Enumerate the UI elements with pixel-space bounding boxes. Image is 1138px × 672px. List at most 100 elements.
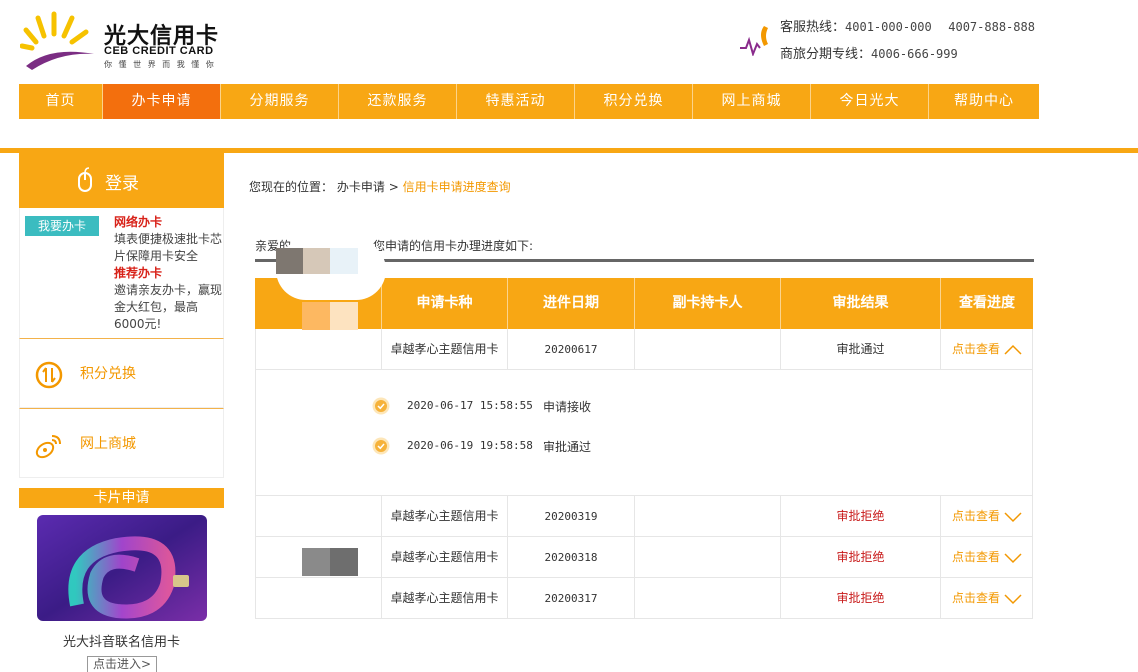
chevron-down-icon [1004,511,1022,522]
view-progress-label: 点击查看 [951,342,1000,356]
exchange-icon [35,361,63,389]
contact-info: 客服热线：4001-000-000 4007-888-888 商旅分期专线：40… [780,14,1035,68]
online-apply-desc: 填表便捷极速批卡芯片保障用卡安全 [114,232,223,263]
applicant-cell [256,496,382,537]
check-circle-icon [372,397,390,415]
nav-apply-card[interactable]: 办卡申请 [103,84,221,119]
step-status: 审批通过 [543,440,592,454]
view-progress-label: 点击查看 [951,591,1000,605]
col-header-progress: 查看进度 [959,295,1015,311]
breadcrumb-separator: > [388,180,399,194]
breadcrumb-prefix: 您现在的位置： [249,180,334,194]
date-cell: 20200318 [508,537,635,578]
view-progress-link[interactable]: 点击查看 [941,496,1033,537]
nav-home[interactable]: 首页 [19,84,103,119]
apply-panel: 我要办卡 网络办卡 填表便捷极速批卡芯片保障用卡安全 推荐办卡 邀请亲友办卡，赢… [19,208,224,338]
sidebar-points-link[interactable]: 积分兑换 [19,338,224,408]
main-nav: 首页 办卡申请 分期服务 还款服务 特惠活动 积分兑换 网上商城 今日光大 帮助… [19,84,1039,119]
col-header-card: 申请卡种 [382,278,508,329]
table-row: 卓越孝心主题信用卡 20200617 审批通过 点击查看 [255,329,1033,370]
progress-detail: 2020-06-17 15:58:55 申请接收 2020-06-19 19:5… [255,370,1033,496]
card-apply-header: 卡片申请 [19,488,224,508]
greeting-end: 您申请的信用卡办理进度如下: [373,239,534,253]
phone-icon [740,26,768,56]
table-row: 卓越孝心主题信用卡 20200318 审批拒绝 点击查看 [255,537,1033,578]
chevron-down-icon [1004,593,1022,604]
satellite-icon [35,435,61,459]
holder-cell [635,329,781,370]
card-type-cell: 卓越孝心主题信用卡 [382,496,508,537]
nav-help[interactable]: 帮助中心 [929,84,1039,119]
travel-hotline-number: 4006-666-999 [871,47,958,61]
view-progress-link[interactable]: 点击查看 [941,329,1033,370]
sidebar-mall-link[interactable]: 网上商城 [19,408,224,478]
mouse-icon [78,167,92,192]
referral-title[interactable]: 推荐办卡 [114,265,224,282]
chevron-up-icon [1004,344,1022,355]
result-cell: 审批通过 [781,329,941,370]
ceb-logo[interactable]: 光大信用卡 CEB CREDIT CARD 你 懂 世 界 而 我 懂 你 [20,8,230,72]
nav-today[interactable]: 今日光大 [811,84,929,119]
sun-logo-icon [20,11,94,70]
view-progress-label: 点击查看 [951,550,1000,564]
nav-mall[interactable]: 网上商城 [693,84,811,119]
privacy-mask-pixels [302,548,358,576]
card-type-cell: 卓越孝心主题信用卡 [382,578,508,619]
apply-card-tag[interactable]: 我要办卡 [25,216,99,236]
breadcrumb: 您现在的位置： 办卡申请 > 信用卡申请进度查询 [249,178,511,195]
login-button[interactable]: 登录 [19,153,224,208]
holder-cell [635,496,781,537]
chevron-down-icon [1004,552,1022,563]
breadcrumb-parent[interactable]: 办卡申请 [337,180,385,194]
view-progress-link[interactable]: 点击查看 [941,537,1033,578]
view-progress-link[interactable]: 点击查看 [941,578,1033,619]
nav-installment[interactable]: 分期服务 [221,84,339,119]
col-header-holder: 副卡持卡人 [635,278,781,329]
card-type-cell: 卓越孝心主题信用卡 [382,329,508,370]
brand-slogan: 你 懂 世 界 而 我 懂 你 [104,60,216,69]
nav-points[interactable]: 积分兑换 [575,84,693,119]
apply-options: 网络办卡 填表便捷极速批卡芯片保障用卡安全 推荐办卡 邀请亲友办卡，赢现金大红包… [114,214,224,333]
date-cell: 20200319 [508,496,635,537]
sidebar-points-label: 积分兑换 [80,366,136,382]
online-apply-title[interactable]: 网络办卡 [114,214,224,231]
result-cell: 审批拒绝 [781,537,941,578]
step-status: 申请接收 [543,400,592,414]
douyin-credit-card-image[interactable] [37,515,207,621]
card-artwork [37,515,207,621]
site-header: 光大信用卡 CEB CREDIT CARD 你 懂 世 界 而 我 懂 你 客服… [0,0,1138,84]
result-cell: 审批拒绝 [781,496,941,537]
breadcrumb-current: 信用卡申请进度查询 [402,180,511,194]
holder-cell [635,537,781,578]
brand-name-en: CEB CREDIT CARD [104,45,214,57]
holder-cell [635,578,781,619]
hotline-number-1: 4001-000-000 [845,20,932,34]
privacy-mask-pixels [276,248,358,274]
date-cell: 20200317 [508,578,635,619]
check-circle-icon [372,437,390,455]
login-label: 登录 [105,174,139,194]
step-time: 2020-06-17 15:58:55 [407,399,533,412]
view-progress-label: 点击查看 [951,509,1000,523]
sidebar: 登录 我要办卡 网络办卡 填表便捷极速批卡芯片保障用卡安全 推荐办卡 邀请亲友办… [19,153,224,672]
hotline-label: 客服热线： [780,20,846,35]
travel-hotline-label: 商旅分期专线： [780,47,872,62]
sidebar-mall-label: 网上商城 [80,436,136,452]
step-time: 2020-06-19 19:58:58 [407,439,533,452]
hotline-number-2: 4007-888-888 [948,20,1035,34]
nav-promotions[interactable]: 特惠活动 [457,84,575,119]
privacy-mask-pixels [302,302,358,330]
date-cell: 20200617 [508,329,635,370]
nav-repayment[interactable]: 还款服务 [339,84,457,119]
card-name: 光大抖音联名信用卡 [62,635,180,650]
col-header-date: 进件日期 [508,278,635,329]
table-row: 卓越孝心主题信用卡 20200319 审批拒绝 点击查看 [255,496,1033,537]
applicant-cell [256,578,382,619]
card-type-cell: 卓越孝心主题信用卡 [382,537,508,578]
result-cell: 审批拒绝 [781,578,941,619]
card-enter-button[interactable]: 点击进入> [87,656,157,672]
applicant-cell [256,329,382,370]
table-row: 卓越孝心主题信用卡 20200317 审批拒绝 点击查看 [255,578,1033,619]
referral-desc: 邀请亲友办卡，赢现金大红包，最高6000元! [114,283,223,331]
col-header-result: 审批结果 [781,278,941,329]
